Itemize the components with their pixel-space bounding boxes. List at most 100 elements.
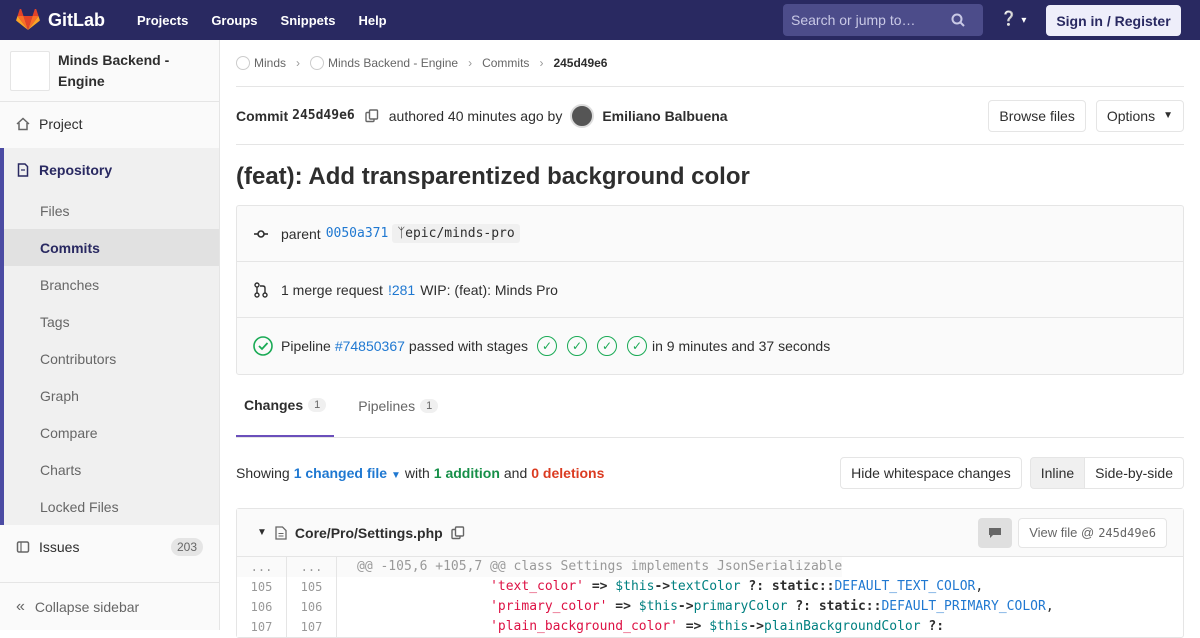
old-line-number: ...: [237, 557, 287, 577]
breadcrumb-commits[interactable]: Commits: [482, 56, 529, 70]
array-key: 'text_color': [490, 579, 584, 594]
new-line-number[interactable]: 105: [287, 577, 337, 597]
breadcrumb-project[interactable]: Minds Backend - Engine: [310, 56, 458, 70]
issues-count-badge: 203: [170, 538, 203, 556]
collapse-sidebar-button[interactable]: « Collapse sidebar: [0, 582, 219, 630]
merge-request-link[interactable]: !281: [388, 282, 415, 298]
stage-success-icon[interactable]: ✓: [536, 336, 557, 356]
showing-text: Showing: [236, 465, 290, 481]
diff-hunk-header: ... ... @@ -105,6 +105,7 @@ class Settin…: [237, 557, 1183, 577]
project-name: Minds Backend - Engine: [58, 51, 170, 89]
author-name[interactable]: Emiliano Balbuena: [602, 108, 727, 124]
gitlab-logo[interactable]: GitLab: [16, 9, 105, 31]
search-input[interactable]: [791, 12, 951, 28]
sidebar-item-charts[interactable]: Charts: [4, 451, 219, 488]
commit-tabs: Changes 1 Pipelines 1: [236, 375, 1184, 438]
sidebar-project-header[interactable]: Minds Backend - Engine: [0, 40, 219, 102]
status-success-icon[interactable]: [253, 336, 273, 356]
sidebar-item-locked-files[interactable]: Locked Files: [4, 488, 219, 525]
tab-pipelines[interactable]: Pipelines 1: [350, 375, 446, 437]
gitlab-tanuki-icon: [16, 9, 40, 30]
commit-icon: [254, 229, 268, 238]
file-path[interactable]: Core/Pro/Settings.php: [295, 525, 443, 541]
copy-icon[interactable]: [451, 525, 465, 540]
diff-line: 106 106 'primary_color' => $this->primar…: [237, 597, 1183, 617]
sidebar-item-commits[interactable]: Commits: [4, 229, 219, 266]
stage-success-icon[interactable]: ✓: [596, 336, 617, 356]
repository-submenu: Files Commits Branches Tags Contributors…: [0, 192, 219, 525]
view-file-sha: 245d49e6: [1098, 525, 1156, 540]
file-icon: [275, 525, 287, 540]
author-avatar[interactable]: [570, 103, 595, 128]
browse-files-button[interactable]: Browse files: [988, 99, 1086, 132]
array-key: 'plain_background_color': [490, 619, 678, 634]
sidebar-item-contributors[interactable]: Contributors: [4, 340, 219, 377]
sidebar-item-graph[interactable]: Graph: [4, 377, 219, 414]
sidebar-item-compare[interactable]: Compare: [4, 414, 219, 451]
caret-down-icon[interactable]: ▼: [257, 527, 267, 538]
help-dropdown[interactable]: ❔ ▾: [1000, 10, 1026, 27]
sign-in-button[interactable]: Sign in / Register: [1046, 5, 1181, 36]
sidebar-item-branches[interactable]: Branches: [4, 266, 219, 303]
sidebar-item-label: Issues: [39, 539, 80, 555]
sidebar-item-files[interactable]: Files: [4, 192, 219, 229]
pipeline-label: Pipeline: [281, 338, 331, 354]
sidebar-item-project[interactable]: Project: [0, 102, 219, 146]
old-line-number[interactable]: 105: [237, 577, 287, 597]
chevron-down-icon: ▾: [1021, 15, 1027, 26]
copy-icon[interactable]: [365, 108, 379, 123]
nav-help[interactable]: Help: [358, 13, 386, 28]
options-label: Options: [1106, 107, 1156, 124]
side-by-side-button[interactable]: Side-by-side: [1085, 457, 1184, 489]
branch-icon: ᛉ: [397, 226, 406, 241]
tab-changes[interactable]: Changes 1: [236, 375, 335, 437]
code-line: 'text_color' => $this->textColor ?: stat…: [490, 579, 984, 594]
new-line-number[interactable]: 106: [287, 597, 337, 617]
pipeline-link[interactable]: #74850367: [335, 338, 405, 354]
sidebar-item-repository[interactable]: Repository: [0, 148, 219, 192]
constant-name: DEFAULT_PRIMARY_COLOR: [881, 599, 1046, 614]
group-avatar: [236, 56, 250, 70]
diff-file-header: ▼ Core/Pro/Settings.php View file @ 245d…: [237, 509, 1183, 557]
changed-files-dropdown[interactable]: 1 changed file ▼: [294, 465, 401, 481]
old-line-number[interactable]: 106: [237, 597, 287, 617]
sidebar-item-tags[interactable]: Tags: [4, 303, 219, 340]
sidebar-item-issues[interactable]: Issues 203: [0, 525, 219, 569]
array-key: 'primary_color': [490, 599, 608, 614]
collapse-sidebar-label: Collapse sidebar: [34, 598, 140, 615]
breadcrumb-project-label: Minds Backend - Engine: [328, 56, 459, 70]
breadcrumb-current[interactable]: 245d49e6: [553, 56, 607, 70]
options-dropdown[interactable]: Options ▼: [1095, 99, 1184, 132]
with-text: with: [404, 465, 430, 481]
view-file-button[interactable]: View file @ 245d49e6: [1018, 517, 1167, 548]
nav-groups[interactable]: Groups: [211, 13, 257, 28]
search-icon[interactable]: [951, 13, 965, 27]
inline-view-button[interactable]: Inline: [1029, 457, 1086, 489]
old-line-number[interactable]: 107: [237, 617, 287, 637]
stage-success-icon[interactable]: ✓: [566, 336, 587, 356]
diff-line: 107 107 'plain_background_color' => $thi…: [237, 617, 1183, 637]
project-sidebar: Minds Backend - Engine Project Repositor…: [0, 40, 220, 630]
nav-snippets[interactable]: Snippets: [281, 13, 336, 28]
search-box: [783, 4, 983, 36]
toggle-comments-button[interactable]: [978, 517, 1013, 548]
commit-header: Commit 245d49e6 authored 40 minutes ago …: [236, 87, 1184, 145]
merge-request-title: WIP: (feat): Minds Pro: [420, 281, 558, 298]
brand-name: GitLab: [48, 9, 105, 30]
hide-whitespace-button[interactable]: Hide whitespace changes: [840, 457, 1022, 489]
commit-title: (feat): Add transparentized background c…: [236, 163, 750, 190]
question-circle-icon: ❔: [1000, 10, 1018, 26]
project-avatar-small: [310, 56, 325, 70]
nav-projects[interactable]: Projects: [137, 13, 188, 28]
tab-changes-count: 1: [308, 398, 327, 412]
new-line-number: ...: [287, 557, 337, 577]
stage-success-icon[interactable]: ✓: [626, 336, 647, 356]
code-line: 'primary_color' => $this->primaryColor ?…: [490, 599, 1054, 614]
parent-sha-link[interactable]: 0050a371: [326, 226, 389, 241]
property-name: textColor: [670, 579, 741, 594]
breadcrumb-group[interactable]: Minds: [236, 56, 286, 70]
merge-request-icon: [254, 281, 268, 298]
document-icon: [17, 163, 29, 177]
new-line-number[interactable]: 107: [287, 617, 337, 637]
branch-tag[interactable]: ᛉepic/minds-pro: [392, 224, 520, 243]
